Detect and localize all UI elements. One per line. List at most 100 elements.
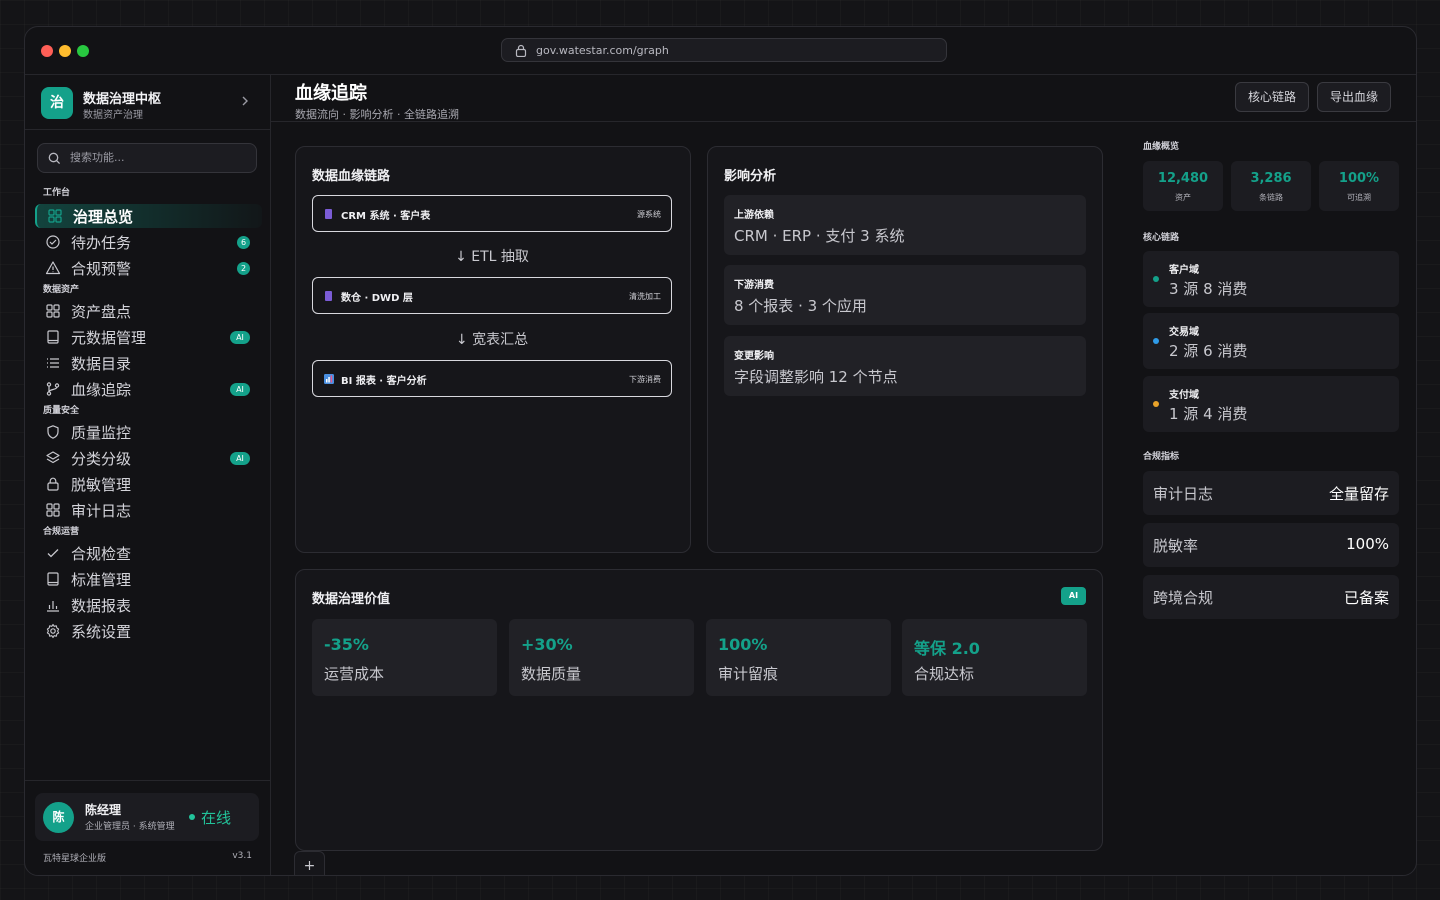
- search-icon: [48, 152, 61, 165]
- value-label: 数据质量: [521, 665, 582, 683]
- lineage-node-warehouse[interactable]: 数仓 · DWD 层 清洗加工: [312, 277, 672, 314]
- stat-traceable: 100% 可追溯: [1319, 161, 1399, 211]
- avatar: 陈: [43, 802, 74, 833]
- nav-group-quality: 质量安全: [43, 406, 80, 416]
- brand-subtitle: 数据资产治理: [83, 110, 143, 121]
- page-header: 血缘追踪 数据流向 · 影响分析 · 全链路追溯 核心链路 导出血缘: [271, 75, 1416, 122]
- chain-payment[interactable]: 支付域 1 源 4 消费: [1143, 376, 1399, 432]
- sidebar-item-audit[interactable]: 审计日志: [35, 498, 260, 522]
- compliance-metrics-label: 合规指标: [1143, 452, 1180, 462]
- value-label: 运营成本: [324, 665, 385, 683]
- core-chain-button[interactable]: 核心链路: [1235, 82, 1310, 112]
- sidebar-item-label: 数据报表: [71, 597, 132, 615]
- sidebar-item-tasks[interactable]: 待办任务 6: [35, 230, 260, 254]
- stat-label: 可追溯: [1347, 193, 1371, 202]
- chain-customer[interactable]: 客户域 3 源 8 消费: [1143, 251, 1399, 307]
- grid-icon: [46, 503, 60, 517]
- user-role: 企业管理员 · 系统管理: [85, 822, 175, 832]
- search-input[interactable]: 搜索功能...: [37, 143, 257, 173]
- chevron-right-icon: [242, 96, 248, 106]
- sidebar-item-label: 合规预警: [71, 260, 132, 278]
- nav-group-workbench: 工作台: [43, 188, 71, 198]
- sidebar-item-inventory[interactable]: 资产盘点: [35, 299, 260, 323]
- lock-icon: [515, 44, 527, 57]
- impact-label: 下游消费: [734, 280, 774, 291]
- impact-downstream[interactable]: 下游消费 8 个报表 · 3 个应用: [724, 265, 1086, 325]
- lineage-node-report[interactable]: BI 报表 · 客户分析 下游消费: [312, 360, 672, 397]
- flow-arrow: ↓ 宽表汇总: [455, 332, 529, 348]
- metric-masking-rate: 脱敏率 100%: [1143, 523, 1399, 567]
- value-tile-quality: +30% 数据质量: [509, 619, 694, 696]
- sidebar-item-label: 审计日志: [71, 502, 132, 520]
- bar-chart-icon: [47, 601, 59, 612]
- sidebar-item-alerts[interactable]: 合规预警 2: [35, 256, 260, 280]
- chain-value: 1 源 4 消费: [1169, 405, 1248, 423]
- flow-arrow: ↓ ETL 抽取: [455, 249, 529, 265]
- node-label: 数仓 · DWD 层: [341, 293, 413, 304]
- status-dot: [1153, 338, 1159, 344]
- overview-label: 血缘概览: [1143, 142, 1180, 152]
- sidebar-item-reports[interactable]: 数据报表: [35, 593, 260, 617]
- count-badge: 6: [237, 236, 250, 249]
- sidebar-item-overview[interactable]: 治理总览: [35, 204, 262, 228]
- card-title: 数据血缘链路: [312, 169, 391, 184]
- page-subtitle: 数据流向 · 影响分析 · 全链路追溯: [295, 108, 459, 121]
- maximize-window-button[interactable]: [77, 45, 89, 57]
- grid-icon: [46, 304, 60, 318]
- node-tag: 清洗加工: [629, 292, 661, 301]
- status-dot: [1153, 276, 1159, 282]
- impact-value: 字段调整影响 12 个节点: [734, 368, 898, 386]
- sidebar-item-metadata[interactable]: 元数据管理 AI: [35, 325, 260, 349]
- count-badge: 2: [237, 262, 250, 275]
- sidebar-item-lineage[interactable]: 血缘追踪 AI: [35, 377, 260, 401]
- metric-label: 脱敏率: [1153, 537, 1199, 555]
- app-window: gov.watestar.com/graph 治 数据治理中枢 数据资产治理 搜…: [24, 26, 1417, 876]
- stat-number: 100%: [1338, 171, 1380, 186]
- status-badge: 在线: [188, 809, 232, 827]
- impact-card: 影响分析 上游依赖 CRM · ERP · 支付 3 系统 下游消费 8 个报表…: [707, 146, 1103, 553]
- value-tile-cost: -35% 运营成本: [312, 619, 497, 696]
- value-number: +30%: [521, 635, 573, 654]
- sidebar-item-label: 待办任务: [71, 234, 132, 252]
- stat-chains: 3,286 条链路: [1231, 161, 1311, 211]
- close-window-button[interactable]: [41, 45, 53, 57]
- layers-icon: [46, 451, 60, 464]
- impact-upstream[interactable]: 上游依赖 CRM · ERP · 支付 3 系统: [724, 195, 1086, 255]
- stat-assets: 12,480 资产: [1143, 161, 1223, 211]
- export-lineage-button[interactable]: 导出血缘: [1317, 82, 1392, 112]
- edition-label: 瓦特星球企业版: [43, 854, 107, 864]
- check-icon: [47, 549, 59, 558]
- stat-number: 3,286: [1250, 171, 1292, 186]
- sidebar-item-quality[interactable]: 质量监控: [35, 420, 260, 444]
- node-tag: 下游消费: [629, 375, 661, 384]
- minimize-window-button[interactable]: [59, 45, 71, 57]
- sidebar-item-masking[interactable]: 脱敏管理: [35, 472, 260, 496]
- version-label: v3.1: [232, 851, 252, 861]
- sidebar-item-settings[interactable]: 系统设置: [35, 619, 260, 643]
- sidebar-item-classification[interactable]: 分类分级 AI: [35, 446, 260, 470]
- lock-icon: [47, 477, 59, 491]
- database-icon: [325, 291, 332, 301]
- sidebar-item-standards[interactable]: 标准管理: [35, 567, 260, 591]
- gear-icon: [46, 623, 60, 639]
- value-label: 合规达标: [914, 665, 975, 683]
- impact-change[interactable]: 变更影响 字段调整影响 12 个节点: [724, 336, 1086, 396]
- address-bar[interactable]: gov.watestar.com/graph: [501, 38, 947, 62]
- chain-transaction[interactable]: 交易域 2 源 6 消费: [1143, 313, 1399, 369]
- database-icon: [325, 209, 332, 219]
- status-dot: [1153, 401, 1159, 407]
- lineage-card: 数据血缘链路 CRM 系统 · 客户表 源系统 ↓ ETL 抽取 数仓 · DW…: [295, 146, 691, 553]
- sidebar-item-catalog[interactable]: 数据目录: [35, 351, 260, 375]
- user-card[interactable]: 陈 陈经理 企业管理员 · 系统管理 在线: [35, 793, 259, 841]
- sidebar-item-label: 标准管理: [71, 571, 132, 589]
- value-tile-audit: 100% 审计留痕: [706, 619, 891, 696]
- lineage-node-source[interactable]: CRM 系统 · 客户表 源系统: [312, 195, 672, 232]
- sidebar: 治 数据治理中枢 数据资产治理 搜索功能... 工作台 治理总览 待办任务 6 …: [25, 75, 271, 875]
- nav-group-compliance: 合规运营: [43, 527, 80, 537]
- add-tab-button[interactable]: +: [294, 851, 325, 875]
- chain-value: 3 源 8 消费: [1169, 280, 1248, 298]
- sidebar-item-compliance-check[interactable]: 合规检查: [35, 541, 260, 565]
- ai-badge: AI: [1061, 587, 1086, 605]
- branch-icon: [46, 382, 60, 396]
- brand-switcher[interactable]: 治 数据治理中枢 数据资产治理: [25, 75, 270, 130]
